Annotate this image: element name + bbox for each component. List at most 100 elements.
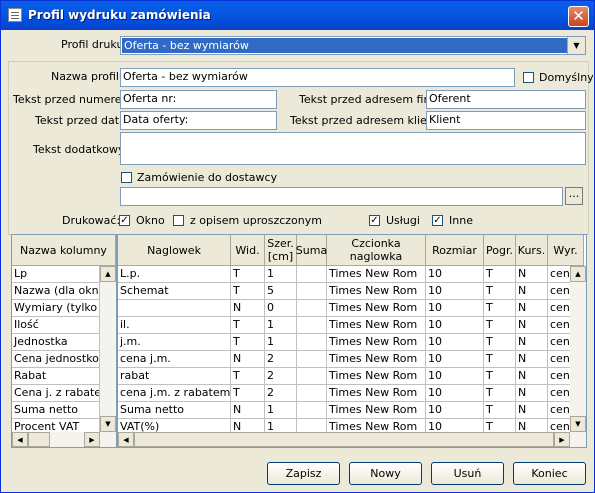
grid-cell[interactable]: 10 (426, 300, 484, 317)
grid-cell[interactable]: N (516, 402, 548, 419)
close-dialog-button[interactable]: Koniec (513, 462, 586, 485)
grid-cell[interactable]: 5 (265, 283, 297, 300)
vertical-scrollbar[interactable]: ▲ ▼ (570, 266, 586, 432)
grid-cell[interactable]: T (484, 300, 516, 317)
grid-cell[interactable]: Times New Rom (327, 300, 426, 317)
grid-cell[interactable]: j.m. (118, 334, 231, 351)
grid-column-header[interactable]: Wyr. (548, 235, 584, 266)
grid-cell[interactable]: Times New Rom (327, 385, 426, 402)
grid-cell[interactable]: T (484, 402, 516, 419)
okno-checkbox[interactable]: ✓ (119, 215, 130, 226)
grid-cell[interactable]: il. (118, 317, 231, 334)
grid-cell[interactable]: T (484, 368, 516, 385)
grid-cell[interactable]: T (231, 317, 265, 334)
column-name-cell[interactable]: Cena j. z rabatem (12, 385, 100, 402)
grid-cell[interactable] (297, 402, 327, 419)
grid-cell[interactable]: N (516, 266, 548, 283)
opis-checkbox[interactable] (173, 215, 184, 226)
grid-cell[interactable]: 10 (426, 351, 484, 368)
columns-settings-grid[interactable]: Naglowek Wid. Szer. [cm] Suma Czcionka naglo… (117, 234, 587, 448)
grid-cell[interactable]: 10 (426, 283, 484, 300)
grid-cell[interactable]: T (484, 351, 516, 368)
grid-cell[interactable]: Times New Rom (327, 283, 426, 300)
grid-cell[interactable]: Times New Rom (327, 368, 426, 385)
grid-column-header[interactable]: Suma (296, 235, 327, 266)
tekst-dodatkowy-textarea[interactable] (120, 132, 586, 165)
grid-cell[interactable]: N (516, 334, 548, 351)
column-name-cell[interactable]: Lp (12, 266, 100, 283)
column-name-cell[interactable]: Jednostka (12, 334, 100, 351)
horizontal-scrollbar[interactable]: ◀ ▶ (12, 432, 116, 447)
grid-cell[interactable]: N (516, 351, 548, 368)
zamowienie-checkbox[interactable] (121, 172, 132, 183)
grid-cell[interactable]: 2 (265, 351, 297, 368)
grid-cell[interactable]: N (516, 317, 548, 334)
grid-cell[interactable] (297, 300, 327, 317)
grid-cell[interactable] (297, 266, 327, 283)
grid-cell[interactable]: T (484, 283, 516, 300)
grid-cell[interactable]: T (231, 266, 265, 283)
scroll-left-icon[interactable]: ◀ (118, 432, 134, 447)
column-names-grid[interactable]: Nazwa kolumny Lp Nazwa (dla okna Wymiary (… (11, 234, 117, 448)
scroll-right-icon[interactable]: ▶ (84, 432, 100, 447)
column-name-cell[interactable]: Cena jednostkow (12, 351, 100, 368)
tekst-przed-data-input[interactable]: Data oferty: (120, 111, 277, 130)
browse-button[interactable]: ... (565, 187, 583, 205)
grid-cell[interactable]: N (516, 385, 548, 402)
tekst-przed-numerem-input[interactable]: Oferta nr: (120, 90, 277, 109)
grid-cell[interactable]: L.p. (118, 266, 231, 283)
uslugi-checkbox[interactable]: ✓ (369, 215, 380, 226)
column-name-cell[interactable]: Wymiary (tylko dla (12, 300, 100, 317)
grid-cell[interactable]: Times New Rom (327, 266, 426, 283)
grid-cell[interactable]: 10 (426, 266, 484, 283)
save-button[interactable]: Zapisz (267, 462, 340, 485)
grid-cell[interactable]: 10 (426, 334, 484, 351)
inne-checkbox[interactable]: ✓ (432, 215, 443, 226)
grid-cell[interactable]: T (484, 385, 516, 402)
vertical-scrollbar[interactable]: ▲ ▼ (100, 266, 116, 432)
grid-cell[interactable]: T (484, 317, 516, 334)
grid-cell[interactable]: 10 (426, 368, 484, 385)
grid-cell[interactable] (118, 300, 231, 317)
column-name-cell[interactable]: Suma netto (12, 402, 100, 419)
grid-cell[interactable]: N (516, 368, 548, 385)
title-bar[interactable]: Profil wydruku zamówienia ✕ (1, 1, 594, 30)
grid-cell[interactable]: 10 (426, 385, 484, 402)
horizontal-scrollbar[interactable]: ◀ ▶ (118, 432, 586, 447)
grid-cell[interactable]: Times New Rom (327, 334, 426, 351)
grid-cell[interactable] (297, 317, 327, 334)
scroll-down-icon[interactable]: ▼ (100, 416, 116, 432)
column-name-cell[interactable]: Nazwa (dla okna (12, 283, 100, 300)
tekst-przed-adresem-firmy-input[interactable]: Oferent (426, 90, 586, 109)
grid-cell[interactable]: Times New Rom (327, 317, 426, 334)
grid-cell[interactable]: 2 (265, 385, 297, 402)
grid-cell[interactable]: cena j.m. (118, 351, 231, 368)
grid-cell[interactable]: Times New Rom (327, 351, 426, 368)
grid-cell[interactable]: Suma netto (118, 402, 231, 419)
grid-column-header[interactable]: Naglowek (118, 235, 231, 266)
scroll-up-icon[interactable]: ▲ (100, 266, 116, 282)
grid-column-header[interactable]: Czcionka naglowka (327, 235, 426, 266)
grid-cell[interactable] (297, 283, 327, 300)
column-name-cell[interactable]: Ilość (12, 317, 100, 334)
zamowienie-input[interactable] (120, 187, 563, 206)
grid-cell[interactable] (297, 334, 327, 351)
grid-cell[interactable] (297, 385, 327, 402)
scroll-thumb[interactable] (134, 432, 554, 447)
delete-button[interactable]: Usuń (431, 462, 504, 485)
new-button[interactable]: Nowy (349, 462, 422, 485)
grid-cell[interactable]: N (231, 351, 265, 368)
grid-column-header[interactable]: Szer. [cm] (265, 235, 297, 266)
grid-cell[interactable]: 1 (265, 402, 297, 419)
grid-cell[interactable] (297, 368, 327, 385)
nazwa-profilu-input[interactable]: Oferta - bez wymiarów (120, 68, 515, 87)
grid-cell[interactable]: Schemat (118, 283, 231, 300)
grid-column-header[interactable]: Wid. (231, 235, 265, 266)
grid-cell[interactable]: N (231, 300, 265, 317)
column-name-cell[interactable]: Rabat (12, 368, 100, 385)
tekst-przed-adresem-klienta-input[interactable]: Klient (426, 111, 586, 130)
grid-cell[interactable]: 0 (265, 300, 297, 317)
grid-cell[interactable]: N (516, 300, 548, 317)
profil-druku-select[interactable]: Oferta - bez wymiarów ▼ (120, 36, 586, 55)
grid-cell[interactable]: 1 (265, 334, 297, 351)
